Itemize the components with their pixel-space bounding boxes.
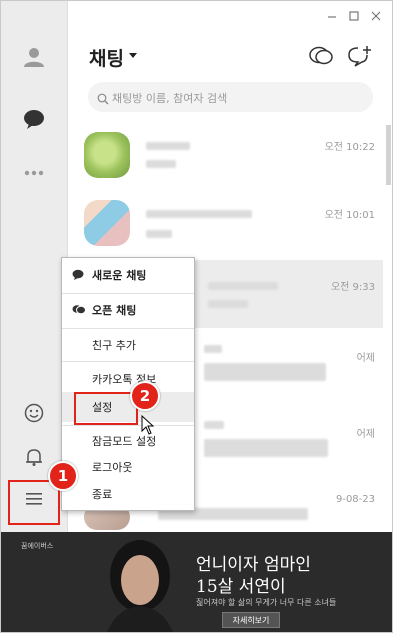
kakaotalk-window: 채팅 채팅방 이름, 참여자 검색 오전 10:22 오전 10:01 오전 9…	[0, 0, 393, 633]
title-dropdown-icon[interactable]	[129, 53, 137, 58]
menu-item-exit[interactable]: 종료	[62, 479, 194, 509]
menu-item-new-chat[interactable]: 새로운 채팅	[62, 260, 194, 290]
chat-time: 9-08-23	[335, 494, 375, 505]
menu-item-kakaotalk-info[interactable]: 카카오톡 정보	[62, 364, 194, 394]
chat-time: 어제	[356, 353, 375, 364]
menu-item-logout[interactable]: 로그아웃	[62, 452, 194, 482]
friends-icon[interactable]	[22, 45, 46, 69]
minimize-button[interactable]	[325, 9, 339, 23]
mouse-pointer-icon	[141, 414, 155, 439]
menu-item-open-chat[interactable]: 오픈 채팅	[62, 295, 194, 325]
ad-details-button[interactable]: 자세히보기	[222, 612, 280, 628]
open-chat-bubbles-icon	[72, 304, 86, 318]
ad-brand-logo: 꿈에이버스	[21, 542, 54, 550]
search-input[interactable]: 채팅방 이름, 참여자 검색	[88, 82, 373, 112]
chat-row[interactable]: 오전 10:01	[68, 188, 383, 256]
chat-row[interactable]: 오전 10:22	[68, 120, 383, 188]
maximize-button[interactable]	[347, 9, 361, 23]
notification-bell-icon[interactable]	[22, 445, 46, 469]
step-badge-1: 1	[48, 461, 78, 491]
chat-time: 오전 10:01	[324, 210, 375, 221]
avatar	[84, 200, 130, 246]
close-button[interactable]	[369, 9, 383, 23]
emoticon-icon[interactable]	[22, 401, 46, 425]
ad-banner[interactable]: 꿈에이버스 언니이자 엄마인 15살 서연이 짊어져야 할 삶의 무게가 너무 …	[1, 532, 392, 632]
scrollbar[interactable]	[386, 125, 391, 185]
open-chat-icon[interactable]	[308, 45, 334, 67]
chat-bubble-icon	[72, 269, 84, 283]
highlight-box-settings	[74, 392, 138, 425]
avatar	[84, 132, 130, 178]
chats-icon[interactable]	[22, 107, 46, 131]
main-popup-menu: 새로운 채팅 오픈 채팅 친구 추가 카카오톡 정보 설정 잠금모드 설정 로그…	[61, 257, 195, 511]
ad-image	[97, 532, 183, 632]
ad-subtitle: 짊어져야 할 삶의 무게가 너무 다른 소녀들	[196, 598, 337, 607]
search-placeholder: 채팅방 이름, 참여자 검색	[112, 92, 228, 105]
new-chat-icon[interactable]	[347, 45, 373, 67]
ad-title-line2: 15살 서연이	[196, 577, 286, 597]
page-title[interactable]: 채팅	[89, 44, 124, 71]
more-icon[interactable]	[22, 161, 46, 185]
search-icon	[97, 90, 109, 109]
chat-time: 오전 9:33	[330, 282, 375, 293]
chat-time: 오전 10:22	[324, 142, 375, 153]
left-sidebar	[1, 1, 68, 532]
chat-time: 어제	[356, 429, 375, 440]
step-badge-2: 2	[130, 381, 160, 411]
menu-item-add-friend[interactable]: 친구 추가	[62, 330, 194, 360]
